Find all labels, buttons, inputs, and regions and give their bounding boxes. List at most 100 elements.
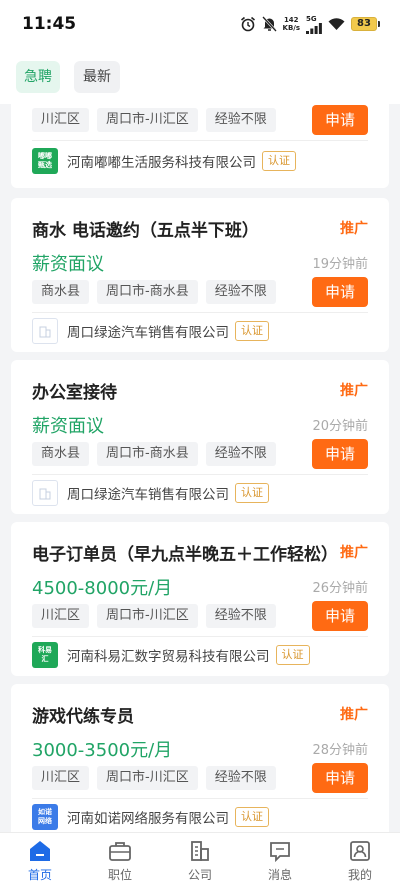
- tag-experience: 经验不限: [205, 280, 276, 304]
- apply-button[interactable]: 申请: [312, 277, 368, 307]
- nav-messages[interactable]: 消息: [250, 839, 310, 883]
- status-icons: 142 KB/s 5G 83: [240, 14, 380, 34]
- alarm-icon: [240, 16, 255, 32]
- nav-label: 职位: [107, 868, 132, 882]
- tab-urgent[interactable]: 急聘: [16, 61, 60, 93]
- company-name: 周口绿途汽车销售有限公司: [67, 325, 229, 341]
- company-row[interactable]: 嘟嘟 甄选 河南嘟嘟生活服务科技有限公司 认证: [32, 148, 296, 174]
- job-title: 办公室接待: [32, 383, 117, 403]
- tag-district: 商水县: [32, 280, 90, 304]
- verified-badge: 认证: [262, 151, 296, 171]
- divider: [32, 636, 368, 637]
- posted-time: 19分钟前: [312, 257, 368, 272]
- job-tags: 商水县 周口市-商水县 经验不限: [32, 280, 276, 304]
- tag-experience: 经验不限: [205, 442, 276, 466]
- building-icon: [191, 841, 209, 861]
- apply-button[interactable]: 申请: [312, 439, 368, 469]
- message-icon: [270, 842, 290, 863]
- job-title: 游戏代练专员: [32, 707, 134, 727]
- wifi-icon: [328, 18, 345, 30]
- tag-city: 周口市-川汇区: [97, 604, 198, 628]
- posted-time: 26分钟前: [312, 581, 368, 596]
- status-bar: 11:45 142 KB/s 5G 83: [0, 0, 400, 48]
- company-name: 周口绿途汽车销售有限公司: [67, 487, 229, 503]
- promoted-label: 推广: [340, 383, 368, 399]
- network-type: 5G: [306, 14, 317, 23]
- verified-badge: 认证: [235, 483, 269, 503]
- company-logo: 科易 汇: [32, 642, 58, 668]
- company-row[interactable]: 周口绿途汽车销售有限公司 认证: [32, 480, 269, 506]
- clock: 11:45: [22, 14, 77, 34]
- job-tags: 川汇区 周口市-川汇区 经验不限: [32, 604, 276, 628]
- tag-experience: 经验不限: [205, 604, 276, 628]
- apply-button[interactable]: 申请: [312, 105, 368, 135]
- job-tags: 商水县 周口市-商水县 经验不限: [32, 442, 276, 466]
- company-name: 河南科易汇数字贸易科技有限公司: [67, 649, 270, 665]
- battery-indicator: 83: [351, 17, 380, 31]
- job-card[interactable]: 商水 电话邀约（五点半下班） 推广 薪资面议 19分钟前 商水县 周口市-商水县…: [11, 198, 389, 352]
- tag-city: 周口市-商水县: [97, 280, 198, 304]
- tag-city: 周口市-商水县: [97, 442, 198, 466]
- cell-signal: 5G: [306, 15, 322, 34]
- job-list[interactable]: 川汇区 周口市-川汇区 经验不限 申请 嘟嘟 甄选 河南嘟嘟生活服务科技有限公司…: [0, 104, 400, 832]
- promoted-label: 推广: [340, 221, 368, 237]
- briefcase-icon: [109, 842, 131, 861]
- apply-button[interactable]: 申请: [312, 763, 368, 793]
- company-row[interactable]: 周口绿途汽车销售有限公司 认证: [32, 318, 269, 344]
- company-logo: [32, 318, 58, 344]
- net-speed: 142 KB/s: [283, 16, 300, 32]
- company-logo: [32, 480, 58, 506]
- job-salary: 薪资面议: [32, 416, 104, 437]
- divider: [32, 798, 368, 799]
- net-speed-value: 142: [283, 16, 299, 24]
- battery-level: 83: [351, 17, 377, 31]
- company-logo: 如诺 网络: [32, 804, 58, 830]
- posted-time: 20分钟前: [312, 419, 368, 434]
- divider: [32, 474, 368, 475]
- nav-jobs[interactable]: 职位: [90, 839, 150, 883]
- job-card[interactable]: 办公室接待 推广 薪资面议 20分钟前 商水县 周口市-商水县 经验不限 申请 …: [11, 360, 389, 514]
- job-card[interactable]: 游戏代练专员 推广 3000-3500元/月 28分钟前 川汇区 周口市-川汇区…: [11, 684, 389, 832]
- nav-profile[interactable]: 我的: [330, 839, 390, 883]
- divider: [32, 312, 368, 313]
- signal-icon: [306, 22, 322, 34]
- job-card[interactable]: 川汇区 周口市-川汇区 经验不限 申请 嘟嘟 甄选 河南嘟嘟生活服务科技有限公司…: [11, 104, 389, 188]
- home-icon: [30, 841, 50, 861]
- verified-badge: 认证: [275, 645, 310, 665]
- tag-district: 商水县: [32, 442, 90, 466]
- company-row[interactable]: 科易 汇 河南科易汇数字贸易科技有限公司 认证: [32, 642, 310, 668]
- tab-latest[interactable]: 最新: [74, 61, 120, 93]
- nav-company[interactable]: 公司: [170, 839, 230, 883]
- promoted-label: 推广: [340, 545, 368, 561]
- nav-label: 公司: [187, 868, 212, 882]
- nav-label: 我的: [347, 868, 372, 882]
- promoted-label: 推广: [340, 707, 368, 723]
- job-tags: 川汇区 周口市-川汇区 经验不限: [32, 766, 276, 790]
- verified-badge: 认证: [235, 807, 269, 827]
- job-card[interactable]: 电子订单员（早九点半晚五＋工作轻松） 推广 4500-8000元/月 26分钟前…: [11, 522, 389, 676]
- company-name: 河南嘟嘟生活服务科技有限公司: [67, 155, 256, 171]
- tag-city: 周口市-川汇区: [97, 108, 198, 132]
- job-salary: 薪资面议: [32, 254, 104, 275]
- posted-time: 28分钟前: [312, 743, 368, 758]
- mute-bell-icon: [261, 16, 277, 32]
- tag-district: 川汇区: [32, 108, 90, 132]
- tag-district: 川汇区: [32, 604, 90, 628]
- profile-icon: [350, 841, 370, 861]
- job-tags: 川汇区 周口市-川汇区 经验不限: [32, 108, 276, 132]
- job-title: 电子订单员（早九点半晚五＋工作轻松）: [32, 545, 338, 565]
- bottom-nav: 首页 职位 公司 消息 我的: [0, 832, 400, 889]
- apply-button[interactable]: 申请: [312, 601, 368, 631]
- tag-city: 周口市-川汇区: [97, 766, 198, 790]
- job-title: 商水 电话邀约（五点半下班）: [32, 221, 259, 241]
- company-name: 河南如诺网络服务有限公司: [67, 811, 229, 827]
- tag-district: 川汇区: [32, 766, 90, 790]
- filter-tabs: 急聘 最新: [0, 48, 400, 104]
- company-row[interactable]: 如诺 网络 河南如诺网络服务有限公司 认证: [32, 804, 269, 830]
- nav-home[interactable]: 首页: [10, 839, 70, 883]
- nav-label: 首页: [27, 868, 52, 882]
- verified-badge: 认证: [235, 321, 269, 341]
- net-speed-unit: KB/s: [282, 24, 300, 32]
- nav-label: 消息: [267, 868, 292, 882]
- job-salary: 4500-8000元/月: [32, 578, 173, 599]
